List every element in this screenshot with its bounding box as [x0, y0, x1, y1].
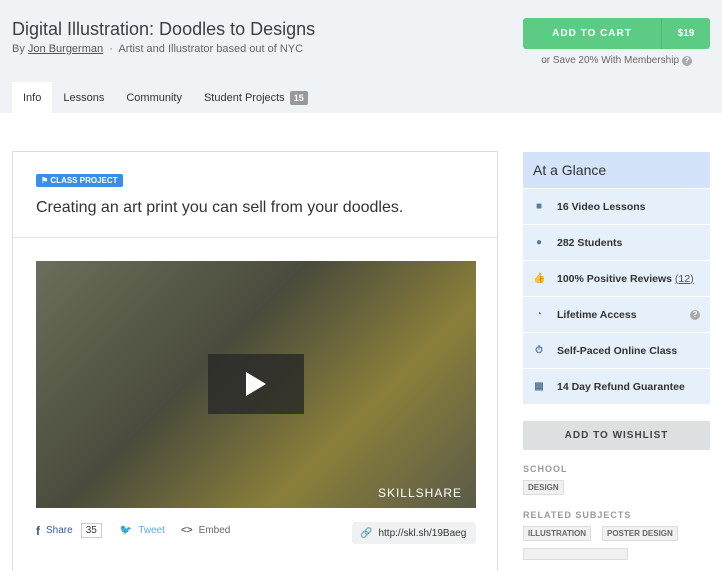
author-link[interactable]: Jon Burgerman [28, 43, 103, 55]
glance-label: 16 Video Lessons [557, 200, 646, 213]
school-label: SCHOOL [523, 464, 568, 474]
calendar-icon: ▦ [534, 381, 544, 392]
glance-item: 👍 100% Positive Reviews (12) [523, 260, 710, 296]
glance-label: Self-Paced Online Class [557, 344, 678, 357]
membership-save-text: or Save 20% With Membership [541, 55, 680, 66]
video-player[interactable]: SKILLSHARE [36, 261, 476, 508]
add-to-cart-label: ADD TO CART [523, 18, 662, 49]
glance-title: At a Glance [523, 152, 710, 188]
embed-button[interactable]: Embed [199, 525, 231, 536]
help-icon[interactable]: ? [690, 309, 700, 320]
stopwatch-icon: ⏱ [535, 345, 543, 356]
tab-community[interactable]: Community [115, 82, 193, 113]
watermark: SKILLSHARE [377, 486, 462, 500]
link-icon: 🔗 [360, 527, 373, 539]
class-project-badge: ⚑ CLASS PROJECT [36, 174, 123, 187]
share-button[interactable]: Share [46, 525, 73, 536]
share-count: 35 [80, 523, 102, 538]
subject-tag[interactable] [523, 548, 628, 560]
reviews-link[interactable]: (12) [675, 273, 694, 285]
share-bar: f Share 35 🐦 Tweet <> Embed [36, 523, 230, 538]
add-to-cart-button[interactable]: ADD TO CART $19 [523, 18, 710, 49]
glance-label: 100% Positive Reviews [557, 272, 672, 285]
divider [12, 237, 498, 238]
play-button[interactable] [208, 354, 304, 414]
author-desc: Artist and Illustrator based out of NYC [118, 43, 304, 55]
twitter-icon: 🐦 [119, 525, 133, 536]
related-subjects-label: RELATED SUBJECTS [523, 510, 632, 520]
share-url[interactable]: 🔗 http://skl.sh/19Baeg [352, 522, 476, 544]
glance-label: 14 Day Refund Guarantee [557, 380, 685, 393]
course-title: Digital Illustration: Doodles to Designs [12, 19, 316, 39]
tab-student-projects[interactable]: Student Projects 15 [193, 82, 319, 113]
at-a-glance: At a Glance ■ 16 Video Lessons ● 282 Stude… [523, 152, 710, 404]
tab-info[interactable]: Info [12, 82, 53, 113]
price: $19 [677, 28, 695, 39]
video-icon: ■ [535, 201, 543, 212]
tab-lessons[interactable]: Lessons [52, 82, 115, 113]
course-header: Digital Illustration: Doodles to Designs… [0, 0, 722, 113]
glance-item: ▦ 14 Day Refund Guarantee [523, 368, 710, 404]
url-text: http://skl.sh/19Baeg [378, 527, 467, 539]
subject-tag[interactable]: POSTER DESIGN [602, 526, 678, 541]
separator: · [109, 43, 113, 55]
add-to-wishlist-button[interactable]: ADD TO WISHLIST [523, 421, 710, 450]
tabs: Info Lessons Community Student Projects 1… [12, 82, 319, 113]
tweet-button[interactable]: Tweet [138, 525, 165, 536]
facebook-icon: f [36, 523, 40, 538]
glance-label: Lifetime Access [557, 308, 637, 321]
user-icon: ● [535, 237, 543, 248]
thumbs-up-icon: 👍 [533, 273, 546, 284]
by-label: By [12, 43, 25, 55]
count-badge: 15 [289, 90, 308, 105]
glance-item: ◔ Lifetime Access? [523, 296, 710, 332]
school-tag[interactable]: DESIGN [523, 480, 564, 495]
clock-icon: ◔ [535, 309, 543, 320]
byline: By Jon Burgerman · Artist and Illustrato… [12, 43, 303, 55]
help-icon[interactable]: ? [681, 56, 692, 66]
subject-tag[interactable]: ILLUSTRATION [523, 526, 592, 541]
glance-item: ■ 16 Video Lessons [523, 188, 710, 224]
glance-item: ⏱ Self-Paced Online Class [523, 332, 710, 368]
badge-label: CLASS PROJECT [50, 176, 118, 185]
glance-label: 282 Students [557, 236, 623, 249]
embed-icon: <> [180, 525, 193, 536]
project-title: Creating an art print you can sell from … [36, 199, 404, 216]
glance-item: ● 282 Students [523, 224, 710, 260]
tab-label: Student Projects [203, 91, 285, 104]
membership-save[interactable]: or Save 20% With Membership ? [523, 55, 710, 66]
